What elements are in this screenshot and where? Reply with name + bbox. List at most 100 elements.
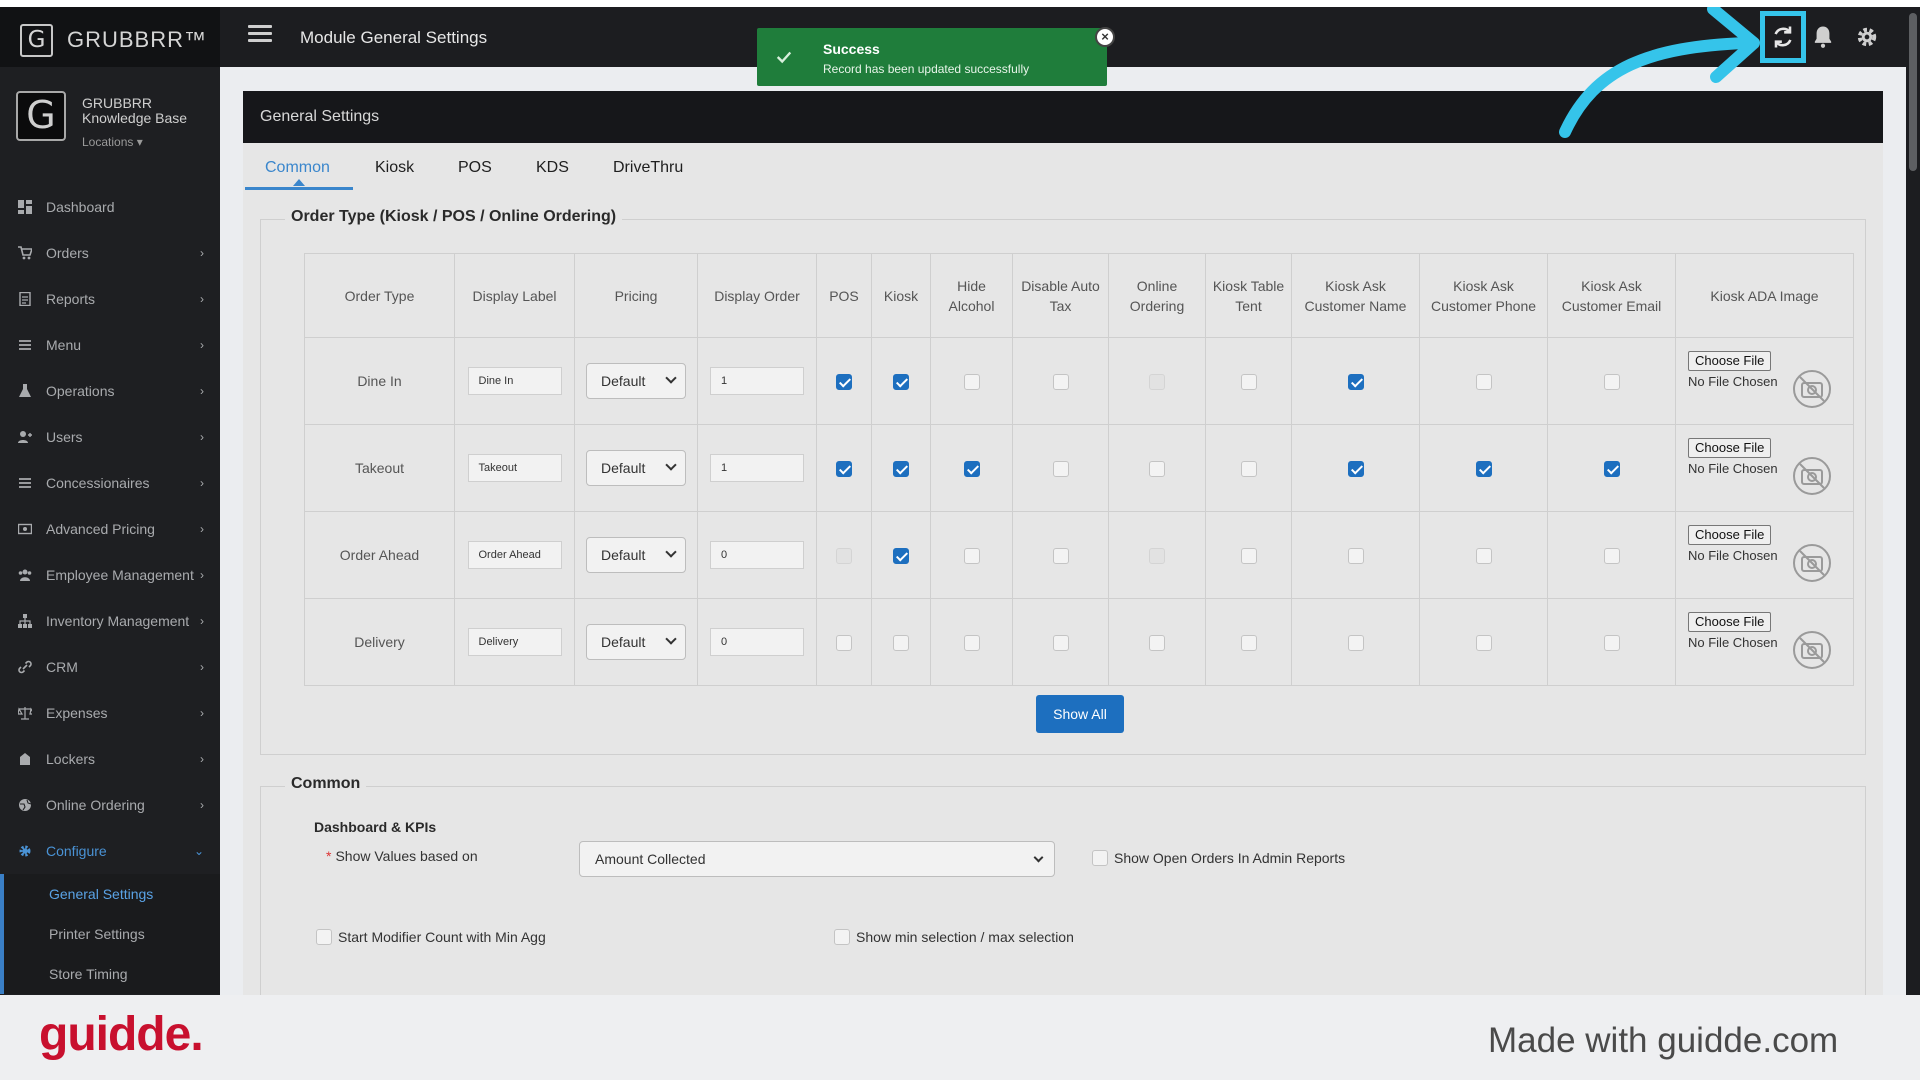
disable-auto-tax-checkbox[interactable] bbox=[1052, 460, 1069, 477]
open-orders-checkbox[interactable] bbox=[1092, 850, 1108, 866]
display-order-input[interactable]: 1 bbox=[710, 367, 804, 395]
sidebar-item-expenses[interactable]: Expenses › bbox=[0, 690, 220, 736]
disable-auto-tax-checkbox[interactable] bbox=[1052, 634, 1069, 651]
choose-file-button[interactable]: Choose File bbox=[1688, 612, 1772, 632]
pricing-select[interactable]: Default bbox=[586, 450, 686, 486]
sidebar-item-employee-management[interactable]: Employee Management › bbox=[0, 552, 220, 598]
ask-email-checkbox[interactable] bbox=[1603, 460, 1620, 477]
kiosk-table-tent-checkbox[interactable] bbox=[1240, 634, 1257, 651]
locations-dropdown[interactable]: Locations ▾ bbox=[82, 135, 143, 149]
modifier-count-checkbox-row[interactable]: Start Modifier Count with Min Agg bbox=[316, 929, 546, 945]
ask-email-checkbox[interactable] bbox=[1603, 547, 1620, 564]
ask-email-checkbox[interactable] bbox=[1603, 634, 1620, 651]
display-label-input[interactable]: Dine In bbox=[467, 367, 562, 395]
ask-phone-checkbox[interactable] bbox=[1475, 547, 1492, 564]
display-label-input[interactable]: Delivery bbox=[467, 628, 562, 656]
minmax-checkbox-row[interactable]: Show min selection / max selection bbox=[834, 929, 1074, 945]
tab-common[interactable]: Common bbox=[265, 159, 330, 177]
hide-alcohol-checkbox[interactable] bbox=[963, 460, 980, 477]
chevron-right-icon: › bbox=[200, 522, 204, 536]
disable-auto-tax-checkbox[interactable] bbox=[1052, 373, 1069, 390]
kiosk-checkbox[interactable] bbox=[893, 373, 909, 390]
tab-kiosk[interactable]: Kiosk bbox=[375, 159, 414, 177]
sidebar-item-advanced-pricing[interactable]: Advanced Pricing › bbox=[0, 506, 220, 552]
hide-alcohol-checkbox[interactable] bbox=[963, 547, 980, 564]
hide-alcohol-checkbox[interactable] bbox=[963, 634, 980, 651]
sidebar-item-inventory-management[interactable]: Inventory Management › bbox=[0, 598, 220, 644]
pos-checkbox[interactable] bbox=[836, 460, 852, 477]
sidebar-subitem-printer-settings[interactable]: Printer Settings bbox=[4, 914, 220, 954]
minmax-checkbox[interactable] bbox=[834, 929, 850, 945]
sidebar-item-users[interactable]: Users › bbox=[0, 414, 220, 460]
ask-phone-checkbox[interactable] bbox=[1475, 634, 1492, 651]
ask-name-checkbox[interactable] bbox=[1347, 634, 1364, 651]
tab-kds[interactable]: KDS bbox=[536, 159, 569, 177]
display-order-input[interactable]: 0 bbox=[710, 628, 804, 656]
file-status: No File Chosen bbox=[1688, 548, 1778, 563]
sidebar-item-configure[interactable]: Configure ⌄ bbox=[0, 828, 220, 874]
display-label-input[interactable]: Takeout bbox=[467, 454, 562, 482]
modifier-count-checkbox[interactable] bbox=[316, 929, 332, 945]
choose-file-button[interactable]: Choose File bbox=[1688, 438, 1772, 458]
sidebar-item-dashboard[interactable]: Dashboard bbox=[0, 184, 220, 230]
list-icon bbox=[18, 476, 32, 490]
open-orders-checkbox-row[interactable]: Show Open Orders In Admin Reports bbox=[1092, 850, 1345, 866]
disable-auto-tax-cell bbox=[1012, 337, 1109, 425]
choose-file-button[interactable]: Choose File bbox=[1688, 351, 1772, 371]
tab-drivethru[interactable]: DriveThru bbox=[613, 159, 683, 177]
ask-phone-checkbox[interactable] bbox=[1475, 460, 1492, 477]
online-ordering-checkbox[interactable] bbox=[1149, 460, 1165, 477]
sidebar-item-reports[interactable]: Reports › bbox=[0, 276, 220, 322]
choose-file-button[interactable]: Choose File bbox=[1688, 525, 1772, 545]
display-order-input[interactable]: 0 bbox=[710, 541, 804, 569]
bell-icon[interactable] bbox=[1809, 23, 1837, 51]
kiosk-checkbox[interactable] bbox=[893, 634, 909, 651]
pricing-select[interactable]: Default bbox=[586, 624, 686, 660]
sidebar-subitem-general-settings[interactable]: General Settings bbox=[4, 874, 220, 914]
sidebar-item-crm[interactable]: CRM › bbox=[0, 644, 220, 690]
kiosk-checkbox[interactable] bbox=[893, 460, 909, 477]
ask-email-cell bbox=[1547, 424, 1676, 512]
list-icon bbox=[18, 338, 32, 352]
kiosk-table-tent-checkbox[interactable] bbox=[1240, 373, 1257, 390]
pos-cell bbox=[816, 598, 872, 686]
kiosk-table-tent-checkbox[interactable] bbox=[1240, 460, 1257, 477]
ask-name-checkbox[interactable] bbox=[1347, 373, 1364, 390]
sidebar-item-operations[interactable]: Operations › bbox=[0, 368, 220, 414]
show-values-select[interactable]: Amount Collected bbox=[579, 841, 1055, 877]
hamburger-menu-icon[interactable] bbox=[248, 25, 272, 45]
hide-alcohol-cell bbox=[930, 424, 1013, 512]
ask-name-checkbox[interactable] bbox=[1347, 460, 1364, 477]
kiosk-table-tent-checkbox[interactable] bbox=[1240, 547, 1257, 564]
disable-auto-tax-checkbox[interactable] bbox=[1052, 547, 1069, 564]
online-ordering-checkbox[interactable] bbox=[1149, 634, 1165, 651]
online-ordering-cell bbox=[1108, 337, 1206, 425]
gear-icon[interactable] bbox=[1853, 23, 1881, 51]
sidebar-item-label: Inventory Management bbox=[46, 613, 190, 629]
sidebar-item-concessionaires[interactable]: Concessionaires › bbox=[0, 460, 220, 506]
ask-name-checkbox[interactable] bbox=[1347, 547, 1364, 564]
pos-checkbox[interactable] bbox=[836, 634, 852, 651]
sidebar-item-label: Dashboard bbox=[46, 199, 115, 215]
footer-bar: guidde. Made with guidde.com bbox=[0, 995, 1920, 1080]
hide-alcohol-checkbox[interactable] bbox=[963, 373, 980, 390]
show-all-button[interactable]: Show All bbox=[1036, 695, 1124, 733]
scrollbar-thumb[interactable] bbox=[1909, 13, 1917, 171]
ask-phone-checkbox[interactable] bbox=[1475, 373, 1492, 390]
ask-email-checkbox[interactable] bbox=[1603, 373, 1620, 390]
pos-checkbox[interactable] bbox=[836, 373, 852, 390]
toast-close-icon[interactable]: × bbox=[1095, 27, 1115, 47]
sidebar-item-lockers[interactable]: Lockers › bbox=[0, 736, 220, 782]
display-order-input[interactable]: 1 bbox=[710, 454, 804, 482]
sidebar-item-orders[interactable]: Orders › bbox=[0, 230, 220, 276]
col-disable-auto-tax: Disable Auto Tax bbox=[1012, 253, 1109, 338]
display-label-input[interactable]: Order Ahead bbox=[467, 541, 562, 569]
kiosk-checkbox[interactable] bbox=[893, 547, 909, 564]
sidebar-item-menu[interactable]: Menu › bbox=[0, 322, 220, 368]
sidebar-item-online-ordering[interactable]: Online Ordering › bbox=[0, 782, 220, 828]
pricing-select[interactable]: Default bbox=[586, 537, 686, 573]
tab-pos[interactable]: POS bbox=[458, 159, 492, 177]
sidebar-subitem-store-timing[interactable]: Store Timing bbox=[4, 954, 220, 994]
pricing-select[interactable]: Default bbox=[586, 363, 686, 399]
page-scrollbar[interactable] bbox=[1906, 7, 1920, 995]
